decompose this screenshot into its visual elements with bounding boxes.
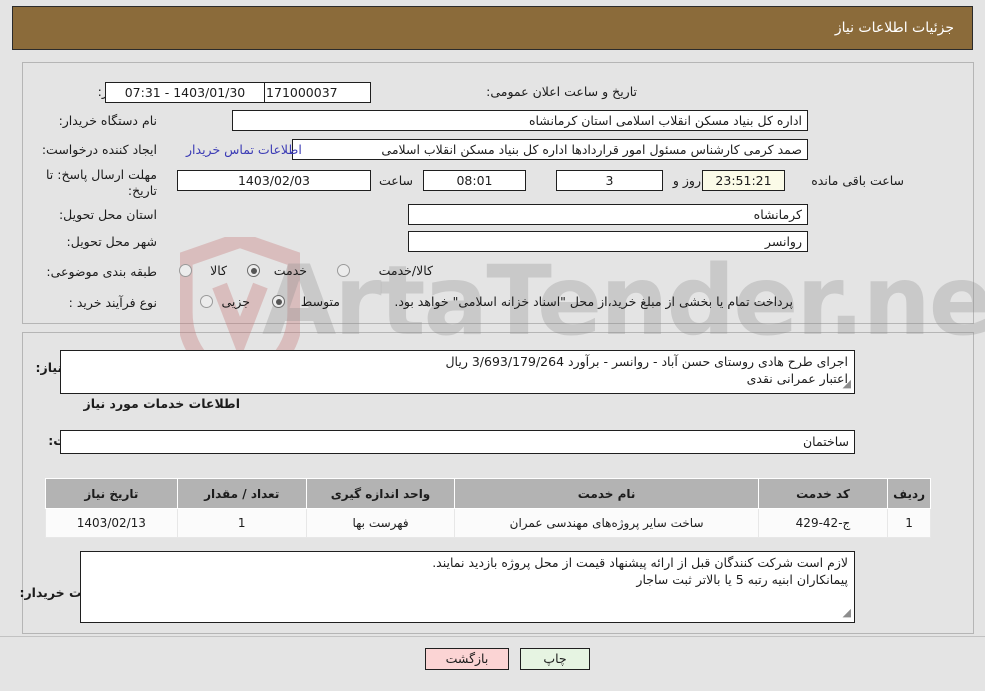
service-group-value[interactable]: ساختمان bbox=[60, 430, 855, 454]
category-label: طبقه بندی موضوعی: bbox=[46, 264, 157, 279]
need-details-page: جزئیات اطلاعات نیاز ArtaTender.net شماره… bbox=[0, 0, 985, 691]
deadline-label: مهلت ارسال پاسخ: تا تاریخ: bbox=[46, 167, 157, 198]
deadline-countdown: 23:51:21 bbox=[702, 170, 785, 191]
delivery-province-value[interactable]: کرمانشاه bbox=[408, 204, 808, 225]
buyer-notes-textarea[interactable]: لازم است شرکت کنندگان قبل از ارائه پیشنه… bbox=[80, 551, 855, 623]
th-code: کد خدمت bbox=[757, 478, 889, 509]
deadline-time-label: ساعت bbox=[378, 173, 413, 188]
requester-label: ایجاد کننده درخواست: bbox=[41, 142, 157, 157]
purchase-type-note: پرداخت تمام یا بخشی از مبلغ خرید،از محل … bbox=[394, 294, 793, 309]
overall-description-line2: اعتبار عمرانی نقدی bbox=[746, 371, 848, 386]
services-table: ردیف کد خدمت نام خدمت واحد اندازه گیری ت… bbox=[45, 478, 931, 538]
overall-description-line1: اجرای طرح هادی روستای حسن آباد - روانسر … bbox=[445, 354, 848, 369]
delivery-city-value[interactable]: روانسر bbox=[408, 231, 808, 252]
buyer-org-label: نام دستگاه خریدار: bbox=[58, 113, 157, 128]
radio-category-khedmat-label: خدمت bbox=[273, 263, 307, 278]
radio-purchase-jozi-label: جزیی bbox=[221, 294, 250, 309]
cell-qty: 1 bbox=[176, 508, 307, 538]
resize-grip-icon[interactable]: ◢ bbox=[843, 375, 851, 392]
cell-name: ساخت سایر پروژه‌های مهندسی عمران bbox=[454, 508, 759, 538]
delivery-city-label: شهر محل تحویل: bbox=[66, 234, 157, 249]
back-button[interactable]: بازگشت bbox=[425, 648, 509, 670]
page-title-bar: جزئیات اطلاعات نیاز bbox=[12, 6, 973, 50]
deadline-days-label: روز و bbox=[672, 173, 701, 188]
buyer-org-value[interactable]: اداره کل بنیاد مسکن انقلاب اسلامی استان … bbox=[232, 110, 808, 131]
deadline-countdown-label: ساعت باقی مانده bbox=[811, 173, 904, 188]
radio-category-kala-khedmat[interactable] bbox=[337, 264, 350, 277]
radio-category-khedmat[interactable] bbox=[247, 264, 260, 277]
buyer-notes-line1: لازم است شرکت کنندگان قبل از ارائه پیشنه… bbox=[432, 555, 848, 570]
th-qty: تعداد / مقدار bbox=[176, 478, 307, 509]
resize-grip-icon[interactable]: ◢ bbox=[843, 604, 851, 621]
overall-description-textarea[interactable]: اجرای طرح هادی روستای حسن آباد - روانسر … bbox=[60, 350, 855, 394]
announce-datetime-label: تاریخ و ساعت اعلان عمومی: bbox=[486, 84, 637, 99]
purchase-type-label: نوع فرآیند خرید : bbox=[68, 295, 157, 310]
radio-category-kala-label: کالا bbox=[210, 263, 227, 278]
table-row[interactable]: 1 ج-42-429 ساخت سایر پروژه‌های مهندسی عم… bbox=[45, 508, 931, 538]
cell-row: 1 bbox=[887, 508, 931, 538]
buyer-notes-line2: پیمانکاران ابنیه رتبه 5 یا بالاتر ثبت سا… bbox=[636, 572, 848, 587]
radio-category-kala-khedmat-label: کالا/خدمت bbox=[378, 263, 433, 278]
deadline-time[interactable]: 08:01 bbox=[423, 170, 526, 191]
services-heading: اطلاعات خدمات مورد نیاز bbox=[83, 396, 241, 411]
th-date: تاریخ نیاز bbox=[45, 478, 178, 509]
cell-date: 1403/02/13 bbox=[45, 508, 178, 538]
delivery-province-label: استان محل تحویل: bbox=[58, 207, 157, 222]
print-button[interactable]: چاپ bbox=[520, 648, 590, 670]
radio-category-kala[interactable] bbox=[179, 264, 192, 277]
deadline-days[interactable]: 3 bbox=[556, 170, 663, 191]
radio-purchase-motavaset-label: متوسط bbox=[300, 294, 340, 309]
deadline-date[interactable]: 1403/02/03 bbox=[177, 170, 371, 191]
cell-unit: فهرست بها bbox=[305, 508, 456, 538]
requester-value[interactable]: صمد کرمی کارشناس مسئول امور قراردادها اد… bbox=[292, 139, 808, 160]
announce-datetime-value[interactable]: 1403/01/30 - 07:31 bbox=[105, 82, 265, 103]
table-header-row: ردیف کد خدمت نام خدمت واحد اندازه گیری ت… bbox=[45, 478, 931, 509]
radio-purchase-jozi[interactable] bbox=[200, 295, 213, 308]
radio-purchase-motavaset[interactable] bbox=[272, 295, 285, 308]
cell-code: ج-42-429 bbox=[757, 508, 889, 538]
buyer-contact-link[interactable]: اطلاعات تماس خریدار bbox=[186, 142, 302, 157]
page-title: جزئیات اطلاعات نیاز bbox=[834, 20, 954, 36]
th-unit: واحد اندازه گیری bbox=[305, 478, 456, 509]
th-row: ردیف bbox=[887, 478, 931, 509]
th-name: نام خدمت bbox=[454, 478, 759, 509]
